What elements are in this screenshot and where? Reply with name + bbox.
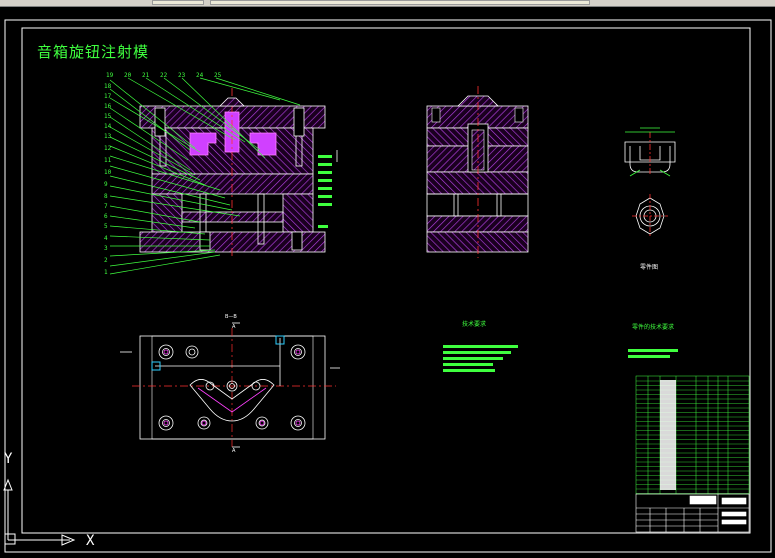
part-number-label: 1 bbox=[104, 269, 108, 276]
section-label-a-top: A bbox=[232, 324, 236, 330]
part-number-label: 23 bbox=[178, 72, 186, 79]
ucs-x-label: X bbox=[86, 533, 95, 549]
part-number-label: 19 bbox=[106, 72, 114, 79]
section-label-bb: B—B bbox=[225, 314, 237, 320]
part-number-label: 13 bbox=[104, 133, 112, 140]
top-toolbar-strip bbox=[0, 0, 775, 7]
part-number-label: 2 bbox=[104, 257, 108, 264]
part-number-label: 9 bbox=[104, 181, 108, 188]
part-tech-requirements-title: 零件的技术要求 bbox=[632, 323, 674, 331]
part-number-label: 12 bbox=[104, 145, 112, 152]
part-number-labels-top: 19 20 21 22 23 24 25 bbox=[106, 72, 222, 79]
drawing-canvas[interactable]: 19 20 21 22 23 24 25 18 17 16 15 14 13 1… bbox=[0, 7, 775, 554]
toolbar-segment[interactable] bbox=[210, 0, 590, 5]
part-number-label: 10 bbox=[104, 169, 112, 176]
parts-list-fill bbox=[660, 380, 676, 490]
part-view-label: 零件图 bbox=[640, 263, 658, 271]
part-number-label: 4 bbox=[104, 235, 108, 242]
part-number-label: 21 bbox=[142, 72, 150, 79]
part-number-label: 18 bbox=[104, 83, 112, 90]
section-label-a-bottom: A bbox=[232, 448, 236, 454]
part-number-label: 3 bbox=[104, 245, 108, 252]
ucs-y-label: Y bbox=[4, 451, 13, 467]
part-number-label: 7 bbox=[104, 203, 108, 210]
part-number-label: 20 bbox=[124, 72, 132, 79]
tech-requirements-title: 技术要求 bbox=[462, 320, 486, 328]
cad-drawing: 19 20 21 22 23 24 25 18 17 16 15 14 13 1… bbox=[3, 19, 772, 553]
part-number-label: 5 bbox=[104, 223, 108, 230]
outer-border bbox=[4, 19, 772, 553]
part-number-label: 6 bbox=[104, 213, 108, 220]
part-number-label: 24 bbox=[196, 72, 204, 79]
drawing-title: 音箱旋钮注射模 bbox=[37, 43, 150, 61]
ucs-icon bbox=[3, 478, 76, 546]
toolbar-segment[interactable] bbox=[152, 0, 204, 5]
tech-requirements-2 bbox=[628, 349, 678, 358]
inner-frame bbox=[21, 27, 751, 534]
part-number-label: 22 bbox=[160, 72, 168, 79]
part-number-label: 16 bbox=[104, 103, 112, 110]
part-number-labels-side: 18 17 16 15 14 13 12 11 10 9 8 7 6 5 4 3… bbox=[104, 83, 112, 276]
title-block bbox=[635, 493, 750, 533]
part-number-label: 17 bbox=[104, 93, 112, 100]
side-section-view bbox=[426, 86, 529, 258]
tech-requirements-1 bbox=[443, 345, 518, 372]
part-number-label: 15 bbox=[104, 113, 112, 120]
part-number-label: 11 bbox=[104, 157, 112, 164]
assembly-section-view bbox=[139, 88, 338, 258]
part-number-label: 8 bbox=[104, 193, 108, 200]
part-number-label: 25 bbox=[214, 72, 222, 79]
plan-view bbox=[120, 322, 340, 448]
part-number-label: 14 bbox=[104, 123, 112, 130]
part-detail-view bbox=[624, 127, 676, 238]
parts-list-rows bbox=[636, 380, 749, 494]
